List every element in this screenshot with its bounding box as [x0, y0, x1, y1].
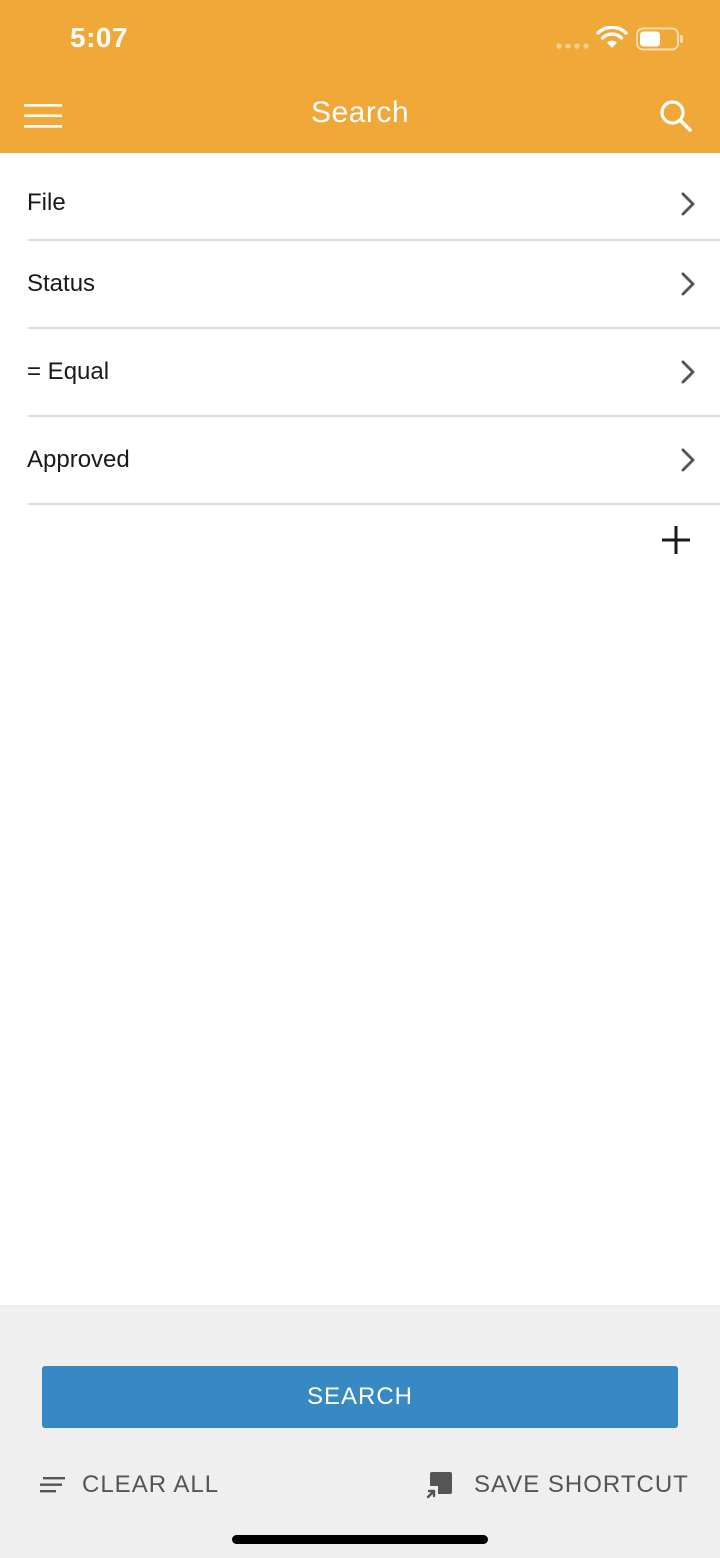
- status-time: 5:07: [70, 22, 129, 53]
- search-criteria-list: File Status = Equal Approved: [0, 153, 720, 505]
- search-icon: [660, 100, 692, 132]
- criteria-label: Approved: [27, 446, 130, 473]
- menu-button[interactable]: [20, 96, 68, 136]
- add-criteria-button[interactable]: [656, 520, 696, 560]
- footer-actions: SEARCH CLEAR ALL SAVE SHORTCUT: [0, 1305, 720, 1558]
- hamburger-menu-icon: [24, 104, 62, 128]
- search-button[interactable]: SEARCH: [42, 1366, 678, 1428]
- clear-all-button[interactable]: CLEAR ALL: [40, 1467, 219, 1503]
- chevron-right-icon: [681, 192, 695, 216]
- clear-all-label: CLEAR ALL: [82, 1471, 220, 1498]
- plus-icon: [662, 526, 690, 554]
- criteria-label: Status: [27, 270, 96, 297]
- chevron-right-icon: [681, 360, 695, 384]
- wifi-icon: [596, 26, 628, 48]
- save-shortcut-label: SAVE SHORTCUT: [474, 1471, 689, 1498]
- search-screen: 5:07 Search File Status = Equal Approved…: [0, 0, 720, 1558]
- clear-list-icon: [40, 1477, 65, 1493]
- cellular-signal-icon: [556, 43, 589, 49]
- criteria-label: = Equal: [27, 358, 110, 385]
- page-title: Search: [310, 96, 410, 129]
- shortcut-icon: [425, 1472, 452, 1499]
- app-header: 5:07 Search: [0, 0, 720, 153]
- criteria-row-value[interactable]: Approved: [27, 417, 720, 505]
- save-shortcut-button[interactable]: SAVE SHORTCUT: [424, 1467, 689, 1503]
- criteria-row-property[interactable]: Status: [27, 241, 720, 329]
- criteria-row-operator[interactable]: = Equal: [27, 329, 720, 417]
- chevron-right-icon: [681, 272, 695, 296]
- battery-icon: [636, 27, 683, 51]
- chevron-right-icon: [681, 448, 695, 472]
- criteria-row-field[interactable]: File: [27, 153, 720, 241]
- search-toolbar-button[interactable]: [654, 94, 698, 138]
- home-indicator: [232, 1535, 488, 1544]
- criteria-label: File: [27, 189, 66, 216]
